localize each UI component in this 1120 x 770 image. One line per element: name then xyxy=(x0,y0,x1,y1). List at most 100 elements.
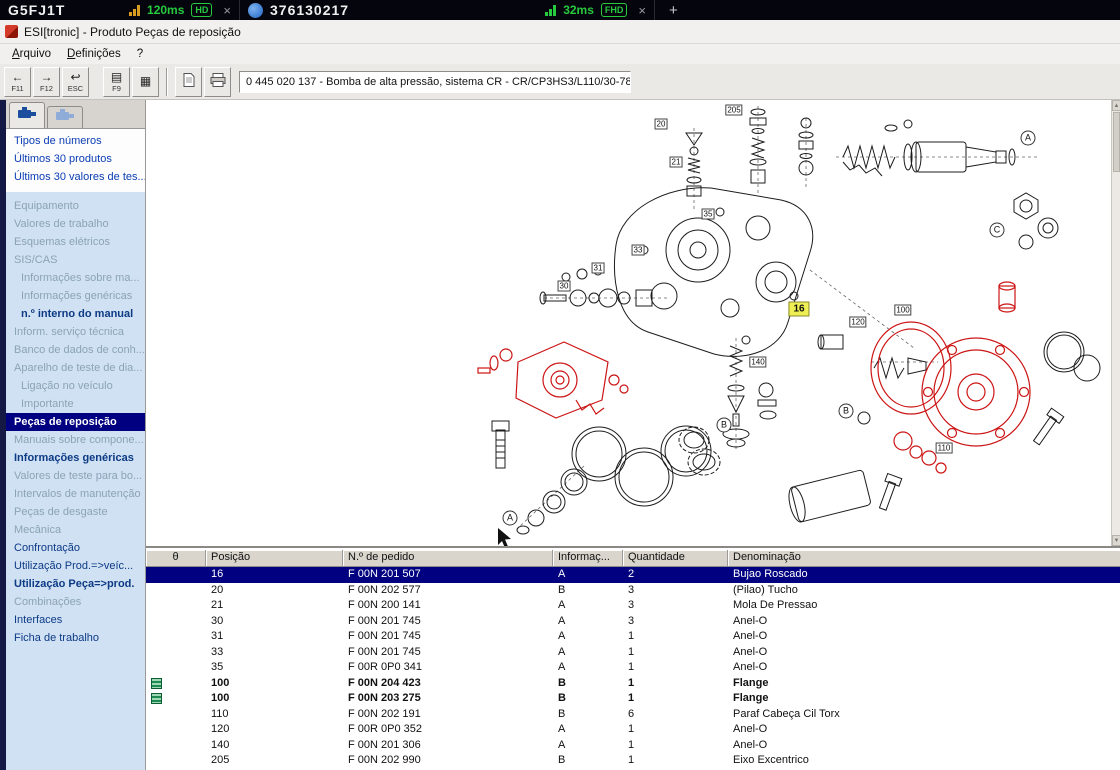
tab-component[interactable] xyxy=(47,106,83,128)
sidebar-item[interactable]: n.º interno do manual xyxy=(6,305,145,323)
cell: 110 xyxy=(206,707,343,723)
tab-vehicle[interactable] xyxy=(9,102,45,128)
col-header-denominacao[interactable]: Denominação xyxy=(728,550,1120,567)
product-field[interactable]: 0 445 020 137 - Bomba de alta pressão, s… xyxy=(239,71,631,93)
cell-kit xyxy=(146,691,206,707)
sidebar-item[interactable]: Confrontação xyxy=(6,539,145,557)
sidebar-item: Inform. serviço técnica xyxy=(6,323,145,341)
sidebar-item: Ligação no veículo xyxy=(6,377,145,395)
kit-icon xyxy=(151,678,162,689)
parts-table-row[interactable]: 21F 00N 200 141A3Mola De Pressao xyxy=(146,598,1120,614)
parts-table-body: 16F 00N 201 507A2Bujao Roscado20F 00N 20… xyxy=(146,567,1120,769)
sidebar-link[interactable]: Últimos 30 valores de tes... xyxy=(6,168,145,186)
list-view-button[interactable]: ▤ F9 xyxy=(103,67,130,97)
latency-bars-icon xyxy=(129,5,140,16)
cell: 20 xyxy=(206,583,343,599)
cell: 21 xyxy=(206,598,343,614)
parts-table-row[interactable]: 110F 00N 202 191B6Paraf Cabeça Cil Torx xyxy=(146,707,1120,723)
parts-table-row[interactable]: 33F 00N 201 745A1Anel-O xyxy=(146,645,1120,661)
col-header-pedido[interactable]: N.º de pedido xyxy=(343,550,553,567)
diagram-selected-pos-label[interactable]: 16 xyxy=(788,302,809,317)
sidebar-item[interactable]: Informações genéricas xyxy=(6,449,145,467)
parts-table-row[interactable]: 30F 00N 201 745A3Anel-O xyxy=(146,614,1120,630)
sidebar-item[interactable]: Interfaces xyxy=(6,611,145,629)
browser-tab-1[interactable]: G5FJ1T 120ms HD × xyxy=(0,0,240,20)
cell: 6 xyxy=(623,707,728,723)
parts-table-row[interactable]: 31F 00N 201 745A1Anel-O xyxy=(146,629,1120,645)
tab1-quality-badge: HD xyxy=(191,3,212,17)
cell: Anel-O xyxy=(728,660,1120,676)
parts-table-row[interactable]: 35F 00R 0P0 341A1Anel-O xyxy=(146,660,1120,676)
cell: F 00N 202 577 xyxy=(343,583,553,599)
parts-table-row[interactable]: 100F 00N 203 275B1Flange xyxy=(146,691,1120,707)
cell: 2 xyxy=(623,567,728,583)
parts-table-row[interactable]: 20F 00N 202 577B3(Pilao) Tucho xyxy=(146,583,1120,599)
sidebar-item[interactable]: Utilização Prod.=>veíc... xyxy=(6,557,145,575)
sidebar-item[interactable]: Ficha de trabalho xyxy=(6,629,145,647)
sidebar-item: Informações genéricas xyxy=(6,287,145,305)
browser-tab-2[interactable]: 376130217 32ms FHD × xyxy=(240,0,655,20)
cell: 100 xyxy=(206,676,343,692)
tab2-latency: 32ms xyxy=(563,3,594,17)
col-header-quantidade[interactable]: Quantidade xyxy=(623,550,728,567)
menu-arquivo[interactable]: Arquivo xyxy=(4,46,59,62)
document-button[interactable] xyxy=(175,67,202,97)
col-header-posicao[interactable]: Posição xyxy=(206,550,343,567)
menu-bar: Arquivo Definições ? xyxy=(0,44,1120,64)
cell: Eixo Excentrico xyxy=(728,753,1120,769)
print-button[interactable] xyxy=(204,67,231,97)
cell-kit xyxy=(146,598,206,614)
parts-table-row[interactable]: 205F 00N 202 990B1Eixo Excentrico xyxy=(146,753,1120,769)
cell: A xyxy=(553,722,623,738)
col-header-informacao[interactable]: Informaç... xyxy=(553,550,623,567)
tab2-close-icon[interactable]: × xyxy=(638,3,646,18)
list-key-label: F9 xyxy=(112,84,121,93)
scroll-up-icon[interactable]: ▲ xyxy=(1112,100,1120,111)
sidebar-link[interactable]: Últimos 30 produtos xyxy=(6,150,145,168)
sidebar-item[interactable]: Utilização Peça=>prod. xyxy=(6,575,145,593)
sidebar-item: Intervalos de manutenção xyxy=(6,485,145,503)
cell: 140 xyxy=(206,738,343,754)
grid-view-button[interactable]: ▦ xyxy=(132,67,159,97)
forward-button[interactable]: → F12 xyxy=(33,67,60,97)
menu-definicoes[interactable]: Definições xyxy=(59,46,129,62)
parts-table-row[interactable]: 16F 00N 201 507A2Bujao Roscado xyxy=(146,567,1120,583)
scroll-thumb[interactable] xyxy=(1113,112,1120,172)
scroll-down-icon[interactable]: ▼ xyxy=(1112,535,1120,546)
back-button[interactable]: ← F11 xyxy=(4,67,31,97)
sidebar-item: SIS/CAS xyxy=(6,251,145,269)
sidebar-item: Mecânica xyxy=(6,521,145,539)
cell: B xyxy=(553,583,623,599)
cell: 3 xyxy=(623,614,728,630)
toolbar: ← F11 → F12 ↩ ESC ▤ F9 ▦ 0 445 020 137 -… xyxy=(0,64,1120,100)
diagram-pos-label: 100 xyxy=(894,305,911,316)
diagram-ref-letter: A xyxy=(503,511,518,526)
menu-help[interactable]: ? xyxy=(129,46,151,62)
toolbar-separator xyxy=(166,68,168,96)
sidebar-link[interactable]: Tipos de números xyxy=(6,132,145,150)
diagram-pos-label: 33 xyxy=(632,245,645,256)
escape-button[interactable]: ↩ ESC xyxy=(62,67,89,97)
parts-table-row[interactable]: 120F 00R 0P0 352A1Anel-O xyxy=(146,722,1120,738)
cell: A xyxy=(553,645,623,661)
sidebar-item[interactable]: Peças de reposição xyxy=(6,413,145,431)
cell-kit xyxy=(146,676,206,692)
col-header-theta[interactable]: θ xyxy=(146,550,206,567)
parts-table-row[interactable]: 140F 00N 201 306A1Anel-O xyxy=(146,738,1120,754)
diagram-labels: 20520213533313016100120140110ACBBA xyxy=(146,100,1112,546)
cell-kit xyxy=(146,567,206,583)
cell: A xyxy=(553,598,623,614)
cell: (Pilao) Tucho xyxy=(728,583,1120,599)
parts-table: θ Posição N.º de pedido Informaç... Quan… xyxy=(146,550,1120,770)
cell: F 00N 202 191 xyxy=(343,707,553,723)
parts-table-row[interactable]: 100F 00N 204 423B1Flange xyxy=(146,676,1120,692)
cell-kit xyxy=(146,645,206,661)
new-tab-button[interactable]: + xyxy=(655,0,692,20)
tab1-close-icon[interactable]: × xyxy=(223,3,231,18)
sidebar-item: Manuais sobre compone... xyxy=(6,431,145,449)
diagram-vertical-scrollbar[interactable]: ▲ ▼ xyxy=(1111,100,1120,546)
cell-kit xyxy=(146,738,206,754)
cell-kit xyxy=(146,629,206,645)
cell-kit xyxy=(146,660,206,676)
cell: B xyxy=(553,707,623,723)
